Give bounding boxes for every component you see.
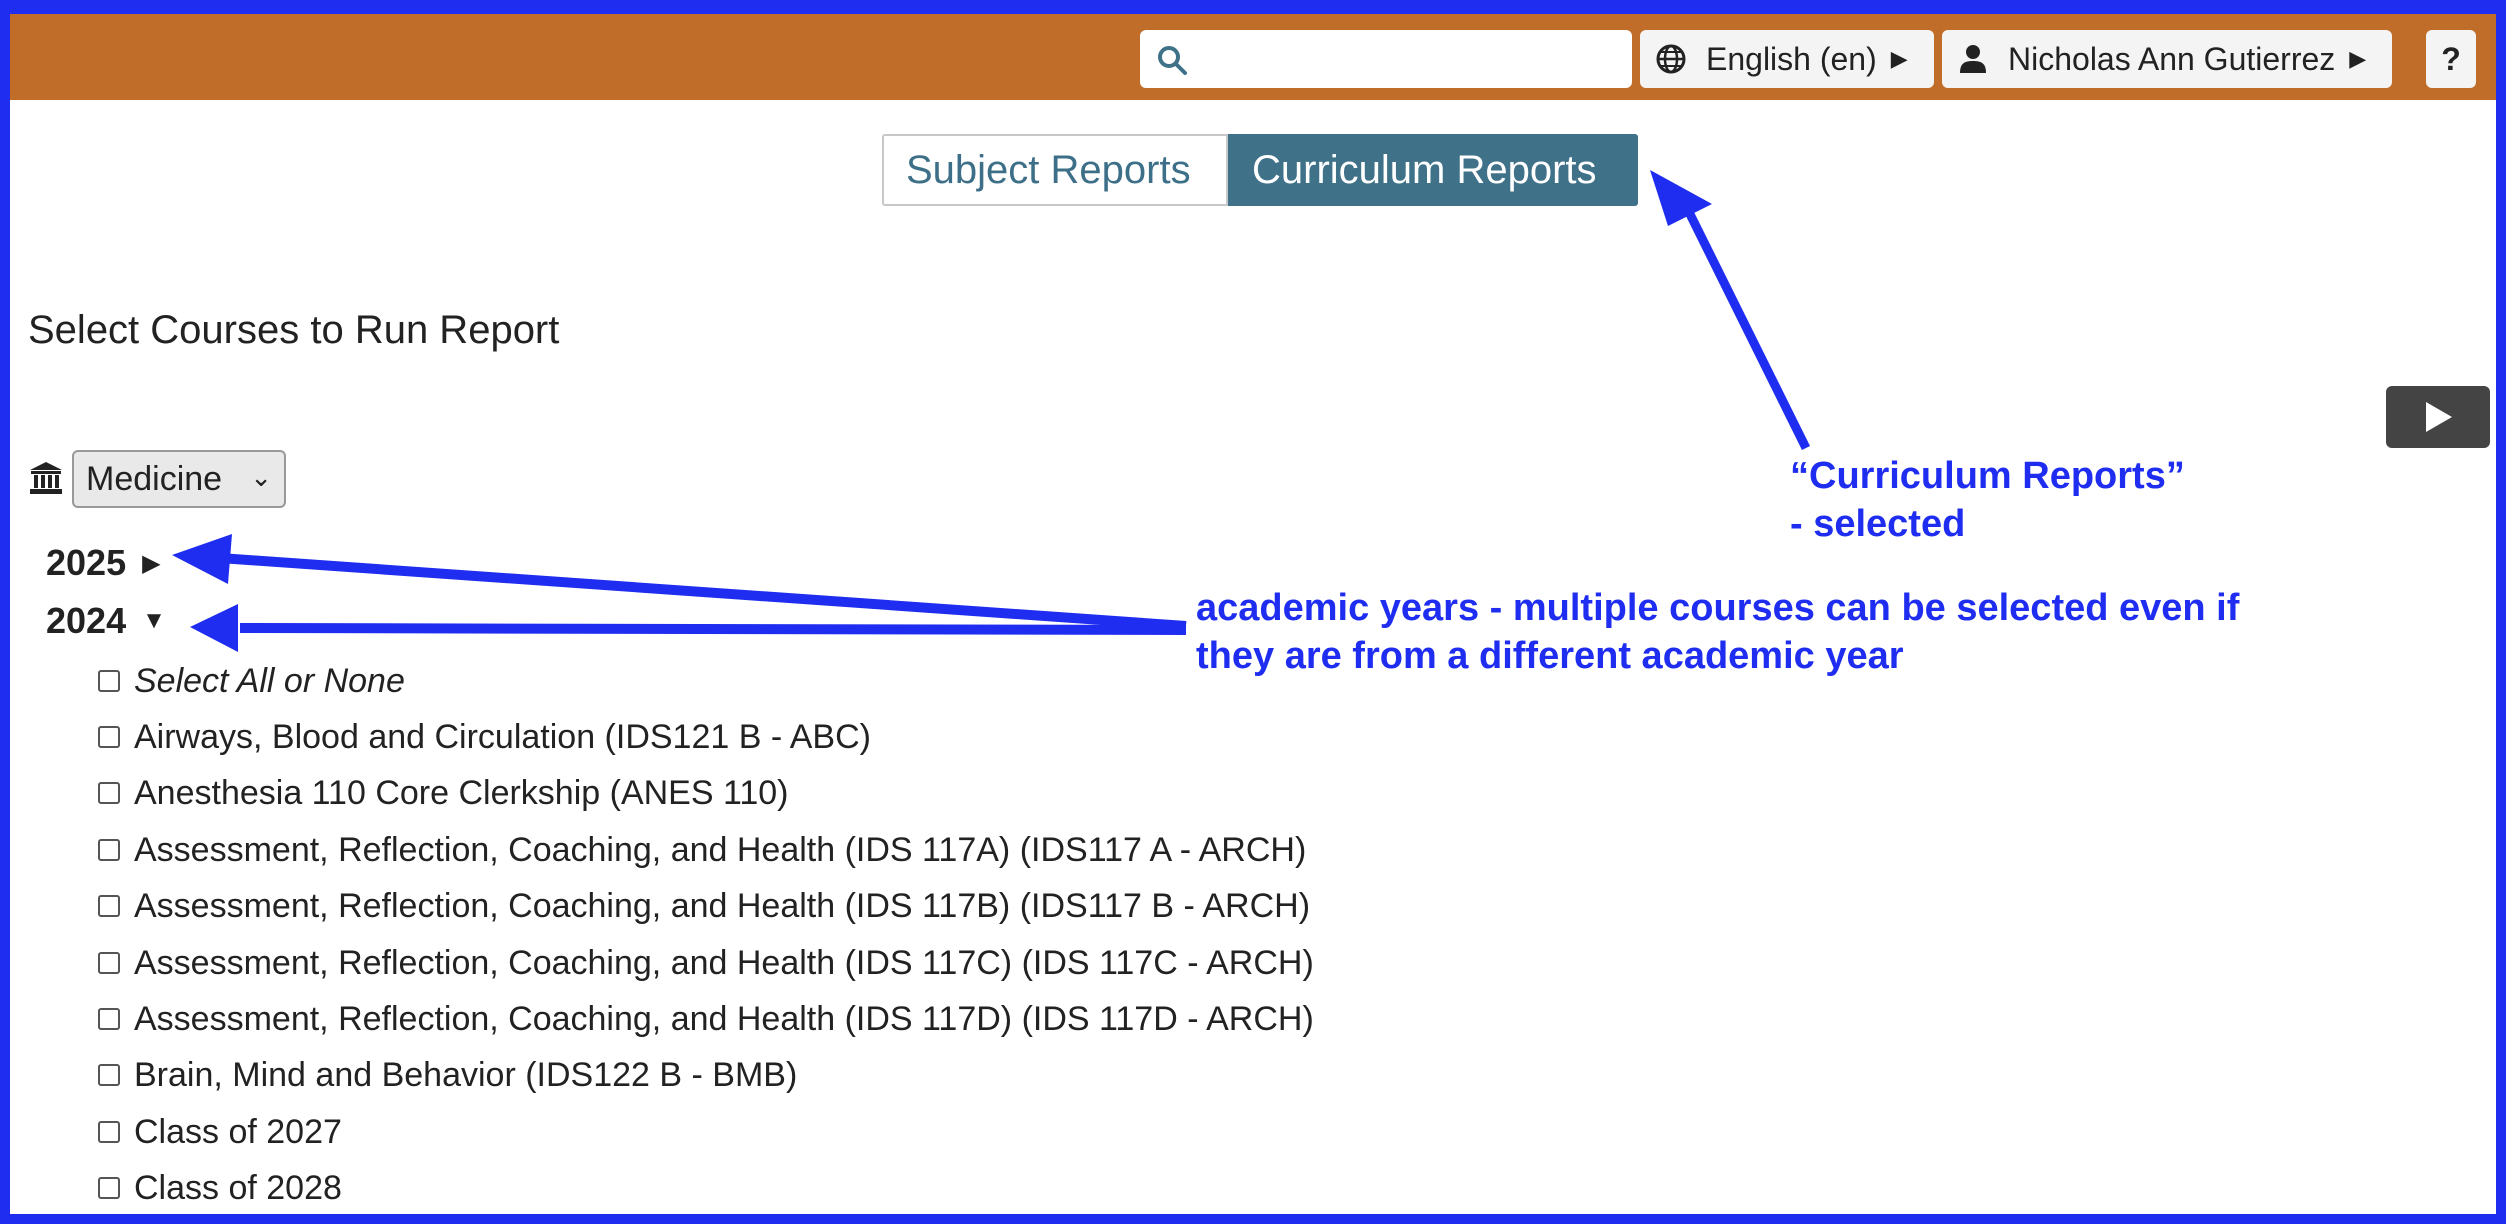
screenshot-border (0, 0, 2506, 1224)
